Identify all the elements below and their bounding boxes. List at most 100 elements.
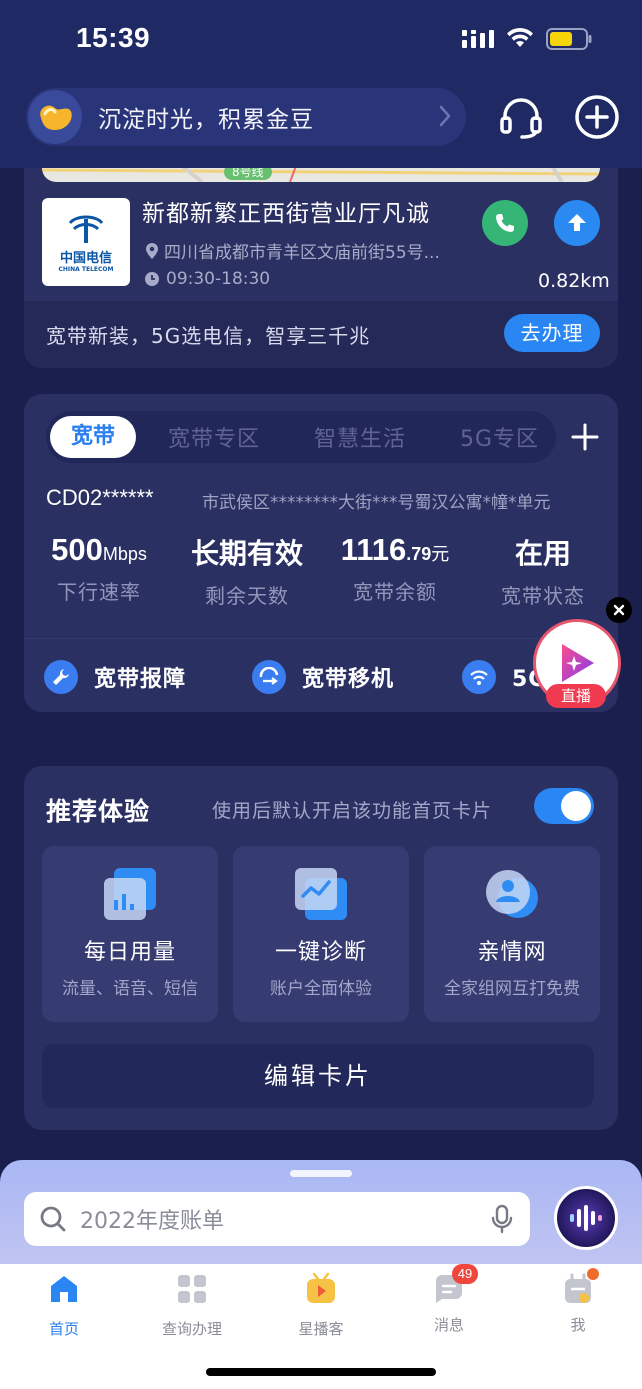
- home-indicator[interactable]: [206, 1368, 436, 1376]
- broadband-move-label: 宽带移机: [302, 667, 395, 692]
- stat-status-label: 宽带状态: [501, 584, 585, 608]
- edit-cards-button[interactable]: 编辑卡片: [42, 1044, 594, 1108]
- wrench-icon: [44, 660, 78, 694]
- wifi-signal-icon: [462, 660, 496, 694]
- tab-query[interactable]: 查询办理: [128, 1272, 256, 1339]
- broadband-repair-label: 宽带报障: [94, 667, 187, 692]
- china-telecom-logo: 中国电信 CHINA TELECOM: [42, 198, 130, 286]
- store-distance: 0.82km: [538, 270, 610, 292]
- home-icon: [51, 1276, 77, 1302]
- tab-smart-life[interactable]: 智慧生活: [314, 421, 406, 453]
- navigation-arrow-icon: [568, 214, 586, 231]
- broadband-move-button[interactable]: 宽带移机: [252, 660, 394, 694]
- stat-balance-label: 宽带余额: [353, 580, 437, 604]
- line-chart-icon: [295, 868, 347, 920]
- location-pin-icon: [146, 242, 158, 259]
- top-header: 15:39 沉淀时光，积累金豆: [0, 0, 642, 168]
- grid-icon: [178, 1275, 206, 1303]
- rec-item-diagnose[interactable]: 一键诊断 账户全面体验: [233, 846, 409, 1022]
- rec-item-name: 亲情网: [477, 940, 547, 965]
- gold-bean-promo[interactable]: 沉淀时光，积累金豆: [26, 88, 466, 146]
- tab-me[interactable]: 我: [514, 1268, 642, 1335]
- add-tab-icon[interactable]: [570, 422, 600, 452]
- tab-label: 查询办理: [161, 1320, 222, 1338]
- promo-text: 沉淀时光，积累金豆: [98, 107, 314, 133]
- store-hours-text: 09:30-18:30: [166, 269, 271, 289]
- play-star-icon: [562, 644, 594, 682]
- search-input[interactable]: 2022年度账单: [24, 1192, 530, 1246]
- rec-item-desc: 流量、语音、短信: [62, 979, 198, 999]
- logo-text-cn: 中国电信: [59, 251, 112, 266]
- search-icon: [40, 1206, 66, 1232]
- sheet-drag-handle[interactable]: [290, 1170, 352, 1177]
- tab-messages[interactable]: 49 消息: [385, 1264, 513, 1335]
- search-placeholder: 2022年度账单: [80, 1209, 224, 1234]
- tab-home[interactable]: 首页: [0, 1272, 128, 1339]
- stat-status-value: 在用: [514, 537, 571, 570]
- tab-star-podcast[interactable]: 星播客: [257, 1272, 385, 1339]
- store-promo-text: 宽带新装，5G选电信，智享三千兆: [46, 324, 371, 348]
- phone-icon: [496, 214, 514, 232]
- sound-wave-icon: [570, 1205, 602, 1231]
- store-name: 新都新繁正西街营业厅凡诚: [142, 201, 430, 227]
- message-tab-icon: 49: [432, 1264, 478, 1306]
- status-time: 15:39: [76, 22, 151, 53]
- broadband-tabs: 宽带 宽带专区 智慧生活 5G专区: [46, 411, 556, 463]
- rec-item-name: 一键诊断: [274, 940, 367, 965]
- rec-item-desc: 全家组网互打免费: [444, 979, 580, 999]
- broadband-address: 市武侯区********大街***号蜀汉公寓*幢*单元: [202, 493, 551, 513]
- voice-assistant-button[interactable]: [554, 1186, 618, 1250]
- close-live-icon[interactable]: [606, 597, 632, 623]
- tab-broadband[interactable]: 宽带: [50, 416, 136, 458]
- stat-status: 在用 宽带状态: [468, 532, 618, 609]
- rec-item-desc: 账户全面体验: [270, 979, 372, 999]
- navigate-button[interactable]: [554, 200, 600, 246]
- call-store-button[interactable]: [482, 200, 528, 246]
- person-icon: [486, 870, 538, 918]
- cellular-signal-icon: [462, 30, 494, 48]
- move-icon: [252, 660, 286, 694]
- microphone-icon[interactable]: [490, 1204, 514, 1234]
- stat-days-value: 长期有效: [190, 537, 303, 570]
- divider: [24, 638, 618, 639]
- add-circle-icon[interactable]: [574, 94, 620, 140]
- broadband-card: 宽带 宽带专区 智慧生活 5G专区 CD02****** 市武侯区*******…: [24, 394, 618, 712]
- gold-bean-icon: [28, 90, 82, 144]
- nearby-store-card[interactable]: 8号线 中国电信 CHINA TELECOM 新都新繁正西街营业厅凡诚 四川省成…: [24, 150, 618, 368]
- customer-service-headset-icon[interactable]: [498, 94, 544, 140]
- store-hours: 09:30-18:30: [144, 269, 270, 289]
- me-tab-icon: [561, 1268, 599, 1306]
- battery-icon: [546, 28, 592, 50]
- rec-item-name: 每日用量: [83, 940, 176, 965]
- stat-remaining-days: 长期有效 剩余天数: [172, 532, 322, 609]
- broadband-account: CD02******: [46, 485, 154, 510]
- tab-label: 首页: [48, 1320, 79, 1338]
- tab-label: 消息: [433, 1316, 464, 1334]
- rec-item-daily-usage[interactable]: 每日用量 流量、语音、短信: [42, 846, 218, 1022]
- rec-item-family-network[interactable]: 亲情网 全家组网互打免费: [424, 846, 600, 1022]
- go-handle-button[interactable]: 去办理: [504, 314, 600, 352]
- tab-broadband-zone[interactable]: 宽带专区: [168, 421, 260, 453]
- chevron-right-icon: [439, 105, 451, 127]
- store-address-text: 四川省成都市青羊区文庙前街55号...: [164, 243, 440, 263]
- notification-dot: [587, 1268, 599, 1280]
- tv-play-icon: [307, 1272, 335, 1303]
- stat-speed: 500Mbps 下行速率: [24, 532, 174, 605]
- message-count-badge: 49: [452, 1264, 478, 1284]
- bar-chart-icon: [104, 868, 156, 920]
- tab-label: 星播客: [298, 1320, 344, 1338]
- wifi-icon: [507, 27, 533, 47]
- tab-label: 我: [570, 1316, 586, 1334]
- stat-days-label: 剩余天数: [205, 584, 289, 608]
- tab-5g-zone[interactable]: 5G专区: [460, 421, 539, 453]
- recommend-title: 推荐体验: [46, 797, 151, 826]
- stat-speed-value: 500Mbps: [51, 532, 147, 567]
- store-address: 四川省成都市青羊区文庙前街55号...: [144, 238, 440, 263]
- stat-balance-value: 1116.79元: [340, 532, 450, 567]
- recommend-toggle[interactable]: [534, 788, 594, 824]
- live-badge: 直播: [546, 684, 606, 708]
- recommend-card: 推荐体验 使用后默认开启该功能首页卡片 每日用量 流量、语音、短信 一键诊断 账…: [24, 766, 618, 1130]
- toggle-knob: [561, 791, 591, 821]
- stat-speed-label: 下行速率: [57, 580, 141, 604]
- broadband-repair-button[interactable]: 宽带报障: [44, 660, 186, 694]
